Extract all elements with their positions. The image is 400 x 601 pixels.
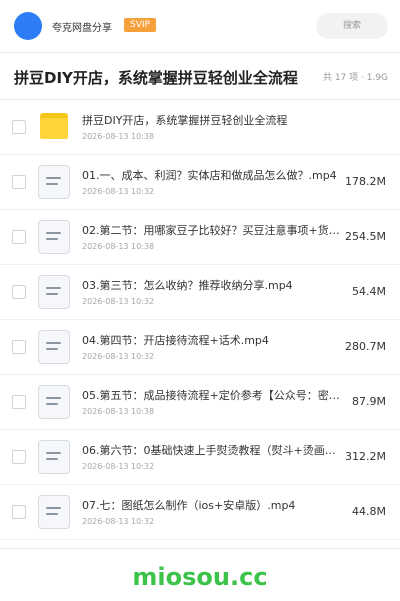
item-size: 44.8M [352,505,386,518]
select-checkbox[interactable] [12,395,26,409]
item-size: 87.9M [352,395,386,408]
select-checkbox[interactable] [12,340,26,354]
video-file-icon [38,385,70,419]
folder-titlebar: 拼豆DIY开店，系统掌握拼豆轻创业全流程 共 17 项 · 1.9G [0,53,400,100]
list-item[interactable]: 06.第六节：0基础快速上手熨烫教程（熨斗+烫画机… 2026-08-13 10… [0,430,400,485]
video-file-icon [38,165,70,199]
item-size: 254.5M [345,230,386,243]
watermark: miosou.cc [132,563,268,591]
svip-badge: SVIP [124,18,156,32]
select-checkbox[interactable] [12,230,26,244]
video-file-icon [38,330,70,364]
footer: miosou.cc [0,548,400,601]
folder-meta: 共 17 项 · 1.9G [322,73,388,83]
avatar[interactable] [14,12,42,40]
item-name: 01.一、成本、利润？实体店和做成品怎么做？.mp4 [82,169,337,182]
brand-name: 夸克网盘分享 [52,23,112,34]
item-date: 2026-08-13 10:38 [82,407,155,416]
item-size: 54.4M [352,285,386,298]
item-date: 2026-08-13 10:32 [82,187,155,196]
video-file-icon [38,220,70,254]
item-date: 2026-08-13 10:38 [82,132,155,141]
video-file-icon [38,275,70,309]
video-file-icon [38,495,70,529]
app-header: 夸克网盘分享 SVIP 搜索 [0,0,400,53]
item-name: 02.第二节：用哪家豆子比较好？买豆注意事项+货源… [82,224,342,237]
item-name: 拼豆DIY开店，系统掌握拼豆轻创业全流程 [82,114,288,127]
item-size: 280.7M [345,340,386,353]
list-item[interactable]: 03.第三节：怎么收纳？推荐收纳分享.mp4 2026-08-13 10:32 … [0,265,400,320]
search-input[interactable]: 搜索 [316,13,388,39]
page-title: 拼豆DIY开店，系统掌握拼豆轻创业全流程 [14,69,298,87]
item-date: 2026-08-13 10:32 [82,517,155,526]
item-name: 06.第六节：0基础快速上手熨烫教程（熨斗+烫画机… [82,444,342,457]
item-date: 2026-08-13 10:38 [82,242,155,251]
item-date: 2026-08-13 10:32 [82,352,155,361]
video-file-icon [38,440,70,474]
item-name: 04.第四节：开店接待流程+话术.mp4 [82,334,269,347]
item-size: 178.2M [345,175,386,188]
select-checkbox[interactable] [12,450,26,464]
list-item[interactable]: 01.一、成本、利润？实体店和做成品怎么做？.mp4 2026-08-13 10… [0,155,400,210]
item-name: 05.第五节：成品接待流程+定价参考【公众号：密知… [82,389,342,402]
item-date: 2026-08-13 10:32 [82,462,155,471]
list-item-folder[interactable]: 拼豆DIY开店，系统掌握拼豆轻创业全流程 2026-08-13 10:38 [0,100,400,155]
list-item[interactable]: 02.第二节：用哪家豆子比较好？买豆注意事项+货源… 2026-08-13 10… [0,210,400,265]
item-size: 312.2M [345,450,386,463]
list-item[interactable]: 05.第五节：成品接待流程+定价参考【公众号：密知… 2026-08-13 10… [0,375,400,430]
select-checkbox[interactable] [12,120,26,134]
select-checkbox[interactable] [12,285,26,299]
item-name: 07.七：图纸怎么制作（ios+安卓版）.mp4 [82,499,296,512]
select-checkbox[interactable] [12,505,26,519]
item-name: 03.第三节：怎么收纳？推荐收纳分享.mp4 [82,279,293,292]
list-item[interactable]: 04.第四节：开店接待流程+话术.mp4 2026-08-13 10:32 28… [0,320,400,375]
list-item[interactable]: 07.七：图纸怎么制作（ios+安卓版）.mp4 2026-08-13 10:3… [0,485,400,540]
folder-icon [38,110,70,144]
item-date: 2026-08-13 10:32 [82,297,155,306]
select-checkbox[interactable] [12,175,26,189]
